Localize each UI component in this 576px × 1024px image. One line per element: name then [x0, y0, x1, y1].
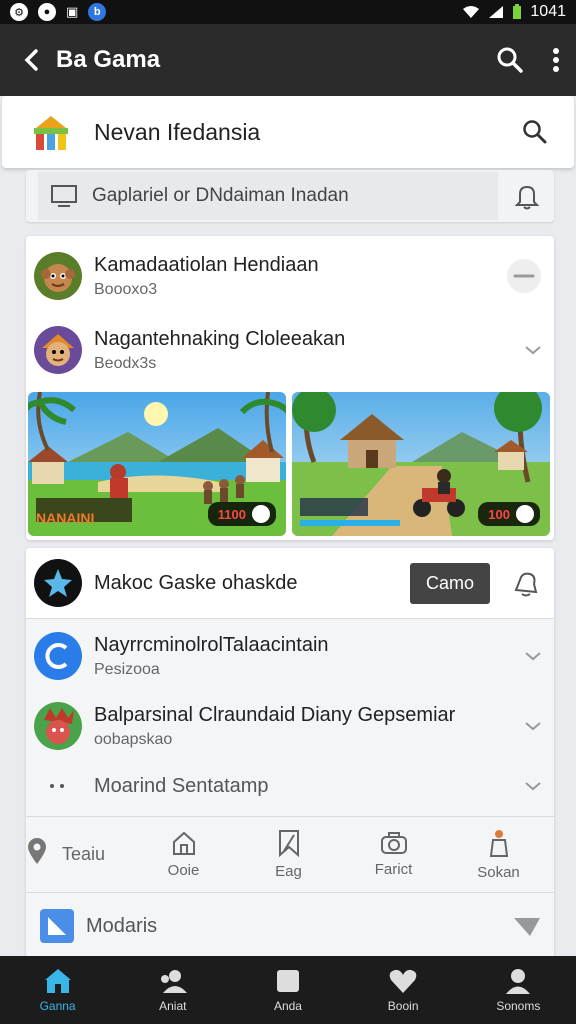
bottom-navigation: Ganna Aniat Anda Booin Sonoms — [0, 956, 576, 1024]
item-subtitle: Pesizooa — [94, 660, 160, 678]
square-icon — [276, 970, 299, 992]
location-pin-icon — [28, 838, 46, 864]
chevron-down-icon[interactable] — [524, 720, 542, 732]
status-left-icons: ⚙ ● ▣ b — [10, 3, 107, 21]
home-icon — [172, 831, 195, 855]
remove-icon[interactable] — [506, 258, 542, 294]
nav-aniat[interactable]: Aniat — [128, 967, 218, 1013]
dots-icon — [34, 766, 82, 806]
tab-teaiu[interactable]: Teaiu — [26, 836, 131, 872]
sim-icon: ▣ — [66, 4, 79, 19]
wifi-icon — [463, 6, 480, 18]
search-icon[interactable] — [522, 119, 548, 145]
more-options-button[interactable] — [552, 47, 560, 73]
avatar — [34, 326, 82, 374]
bookmark-icon — [278, 829, 299, 857]
app-bar: Ba Gama — [0, 24, 576, 96]
home-icon — [44, 969, 71, 993]
circle-icon: ● — [38, 3, 56, 21]
item-title: Moarind Sentatamp — [94, 774, 269, 797]
nav-sonoms[interactable]: Sonoms — [473, 967, 563, 1013]
avatar — [40, 909, 74, 943]
status-bar: ⚙ ● ▣ b 1041 — [0, 0, 576, 24]
category-tabs: Teaiu Ooie Eag Farict Sokan — [26, 816, 554, 892]
camo-button[interactable]: Camo — [409, 562, 490, 604]
avatar — [34, 559, 82, 607]
flag-icon — [48, 917, 66, 935]
search-button[interactable] — [496, 46, 524, 74]
game-thumbnail[interactable]: 100 — [292, 392, 550, 536]
list-item[interactable]: Nagantehnaking Cloleeakan Beodx3s — [26, 320, 554, 380]
chevron-down-icon[interactable] — [524, 650, 542, 662]
nav-anda[interactable]: Anda — [243, 967, 333, 1013]
tab-eag[interactable]: Eag — [236, 829, 341, 880]
card-header: Makoc Gaske ohaskde Camo — [26, 548, 554, 618]
score-badge: 100 — [478, 502, 540, 526]
arrow-icon[interactable] — [512, 914, 542, 938]
app-logo-icon — [34, 116, 68, 150]
search-query[interactable]: Nevan Ifedansia — [94, 119, 260, 146]
item-title: NayrrcminolrolTalaacintain — [94, 633, 329, 656]
back-button[interactable] — [16, 44, 48, 76]
notification-icon[interactable] — [510, 568, 542, 598]
camera-icon — [380, 831, 407, 854]
badge-icon — [252, 505, 270, 523]
bag-icon — [489, 829, 508, 857]
badge-icon — [516, 505, 534, 523]
star-icon — [44, 569, 72, 597]
card-header-title: Makoc Gaske ohaskde — [94, 571, 298, 594]
filter-placeholder: Gaplariel or DNdaiman Inadan — [92, 185, 349, 206]
item-subtitle: Boooxo3 — [94, 280, 158, 298]
divider — [26, 618, 554, 619]
item-title: Balparsinal Clraundaid Diany Gepsemiar — [94, 703, 456, 726]
refresh-icon — [45, 643, 68, 669]
item-subtitle: Beodx3s — [94, 354, 157, 372]
bell-icon[interactable] — [512, 181, 542, 211]
tab-ooie[interactable]: Ooie — [131, 830, 236, 879]
list-item[interactable]: NayrrcminolrolTalaacintain Pesizooa — [26, 626, 554, 686]
list-item[interactable]: Balparsinal Clraundaid Diany Gepsemiar o… — [26, 694, 554, 758]
battery-icon — [513, 4, 522, 19]
clock: 1041 — [530, 3, 566, 20]
tab-sokan[interactable]: Sokan — [446, 828, 551, 881]
people-icon — [160, 970, 187, 993]
character-icon — [44, 708, 74, 744]
item-title: Nagantehnaking Cloleeakan — [94, 327, 346, 350]
monitor-icon — [51, 185, 77, 207]
filter-row: Gaplariel or DNdaiman Inadan — [26, 170, 554, 222]
profile-icon — [506, 969, 531, 994]
chevron-down-icon[interactable] — [524, 780, 542, 792]
blue-badge-icon: b — [88, 3, 107, 21]
search-icon — [497, 47, 523, 73]
nav-ganna[interactable]: Ganna — [13, 967, 103, 1013]
item-subtitle: oobapskao — [94, 730, 173, 748]
item-title: Kamadaatiolan Hendiaan — [94, 253, 319, 276]
score-badge: 1100 — [207, 502, 276, 526]
results-card: Kamadaatiolan Hendiaan Boooxo3 Nagantehn… — [26, 236, 554, 540]
divider — [26, 892, 554, 893]
list-item[interactable]: Kamadaatiolan Hendiaan Boooxo3 — [26, 246, 554, 306]
list-item[interactable]: Moarind Sentatamp — [26, 766, 554, 806]
chevron-down-icon[interactable] — [524, 344, 542, 356]
back-arrow-icon — [24, 49, 38, 71]
app-title: Ba Gama — [56, 46, 161, 73]
category-card: Makoc Gaske ohaskde Camo NayrrcminolrolT… — [26, 548, 554, 958]
nav-booin[interactable]: Booin — [358, 967, 448, 1013]
list-item[interactable]: Modaris — [26, 898, 554, 954]
more-vertical-icon — [553, 48, 559, 72]
avatar — [34, 252, 82, 300]
tab-farict[interactable]: Farict — [341, 831, 446, 878]
thumbnail-title: NANAINI — [36, 510, 95, 526]
filter-input[interactable]: Gaplariel or DNdaiman Inadan — [38, 172, 498, 220]
status-right: 1041 — [462, 3, 566, 21]
item-title: Modaris — [86, 914, 158, 937]
avatar — [34, 702, 82, 750]
heart-icon — [389, 969, 417, 993]
search-bar[interactable]: Nevan Ifedansia — [2, 96, 574, 168]
game-thumbnail[interactable]: NANAINI 1100 — [28, 392, 286, 536]
signal-icon — [489, 6, 504, 18]
circle-icon: ⚙ — [10, 3, 28, 21]
avatar — [34, 632, 82, 680]
